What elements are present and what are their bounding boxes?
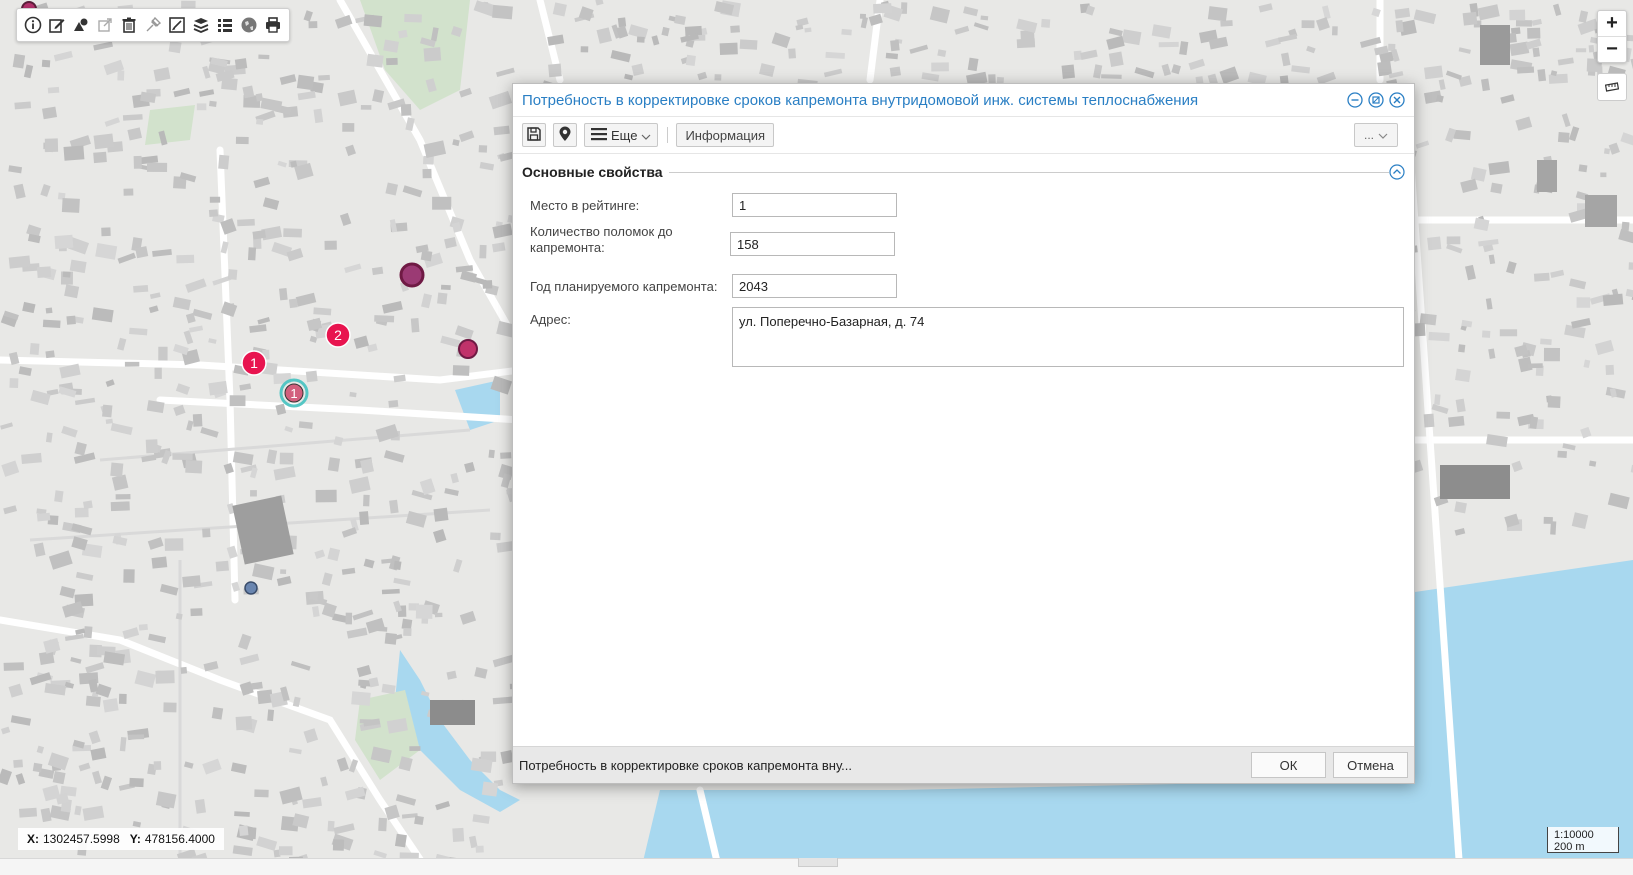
trash-icon[interactable] [117,13,141,37]
edit-box-icon[interactable] [165,13,189,37]
menu-icon [591,127,607,144]
save-button[interactable] [522,123,546,147]
overflow-label: ... [1363,128,1374,142]
zoom-in-button[interactable]: + [1598,11,1626,36]
x-coord-value: 1302457.5998 [43,832,120,846]
coordinates-readout: X: 1302457.5998 Y: 478156.4000 [18,828,224,850]
dialog-title-bar[interactable]: Потребность в корректировке сроков капре… [513,84,1414,117]
bottom-panel-handle[interactable] [798,858,838,867]
save-icon [526,126,542,145]
more-menu-label: Еще [611,127,638,143]
minimize-icon[interactable] [1346,92,1363,109]
maximize-icon[interactable] [1367,92,1384,109]
map-marker[interactable] [458,339,478,359]
breakdowns-label: Количество поломок до капремонта: [530,224,673,255]
close-icon[interactable] [1388,92,1405,109]
scale-distance: 200 m [1554,841,1585,853]
map-scale: 1:10000 200 m [1547,827,1619,853]
dialog-toolbar: Еще Информация ... [513,117,1414,154]
zoom-controls: + − [1597,10,1627,63]
ruler-icon [1604,80,1620,95]
info-button[interactable]: Информация [676,123,775,147]
locate-button[interactable] [553,123,577,147]
layers-icon[interactable] [189,13,213,37]
breakdowns-input[interactable] [730,232,895,256]
dialog-title: Потребность в корректировке сроков капре… [522,91,1199,109]
more-menu-button[interactable]: Еще [584,123,659,147]
toolbar-divider [667,127,669,143]
field-year: Год планируемого капремонта: [522,274,1404,298]
rank-label: Место в рейтинге: [530,198,640,213]
map-marker-label: 1 [290,386,297,401]
map-marker-numbered[interactable]: 2 [325,322,351,348]
year-input[interactable] [732,274,897,298]
x-coord-label: X: [27,832,39,846]
info-icon[interactable] [21,13,45,37]
location-pin-icon [558,126,572,145]
address-label: Адрес: [530,312,571,327]
overflow-menu-button[interactable]: ... [1354,123,1398,147]
address-textarea[interactable]: ул. Поперечно-Базарная, д. 74 [732,307,1404,367]
field-rank: Место в рейтинге: [522,193,1404,217]
map-marker[interactable] [244,581,258,595]
external-link-icon[interactable] [93,13,117,37]
map-marker-label: 2 [334,327,342,343]
field-address: Адрес: ул. Поперечно-Базарная, д. 74 [522,307,1404,367]
section-title: Основные свойства [522,164,669,180]
year-label: Год планируемого капремонта: [530,279,718,294]
feature-dialog: Потребность в корректировке сроков капре… [512,83,1415,784]
collapse-icon[interactable] [1389,164,1405,180]
y-coord-value: 478156.4000 [144,832,215,846]
ok-button[interactable]: ОК [1251,752,1326,778]
chevron-down-icon [1378,128,1388,142]
globe-icon[interactable] [237,13,261,37]
map-marker-numbered[interactable]: 1 [241,350,267,376]
shapes-icon[interactable] [69,13,93,37]
chevron-down-icon [641,128,651,143]
y-coord-label: Y: [129,832,141,846]
footer-summary: Потребность в корректировке сроков капре… [519,757,852,773]
section-header: Основные свойства [513,154,1414,190]
pin-icon[interactable] [141,13,165,37]
dialog-footer: Потребность в корректировке сроков капре… [513,746,1414,783]
edit-icon[interactable] [45,13,69,37]
map-marker-label: 1 [250,355,258,371]
map-marker-selected[interactable]: 1 [279,378,309,408]
print-icon[interactable] [261,13,285,37]
field-breakdowns: Количество поломок до капремонта: [522,224,1404,256]
list-icon[interactable] [213,13,237,37]
map-marker[interactable] [399,262,425,288]
map-toolbar [16,8,290,42]
zoom-out-button[interactable]: − [1598,36,1626,62]
rank-input[interactable] [732,193,897,217]
measure-button[interactable] [1597,73,1627,101]
scale-ratio: 1:10000 [1554,829,1594,841]
cancel-button[interactable]: Отмена [1333,752,1408,778]
